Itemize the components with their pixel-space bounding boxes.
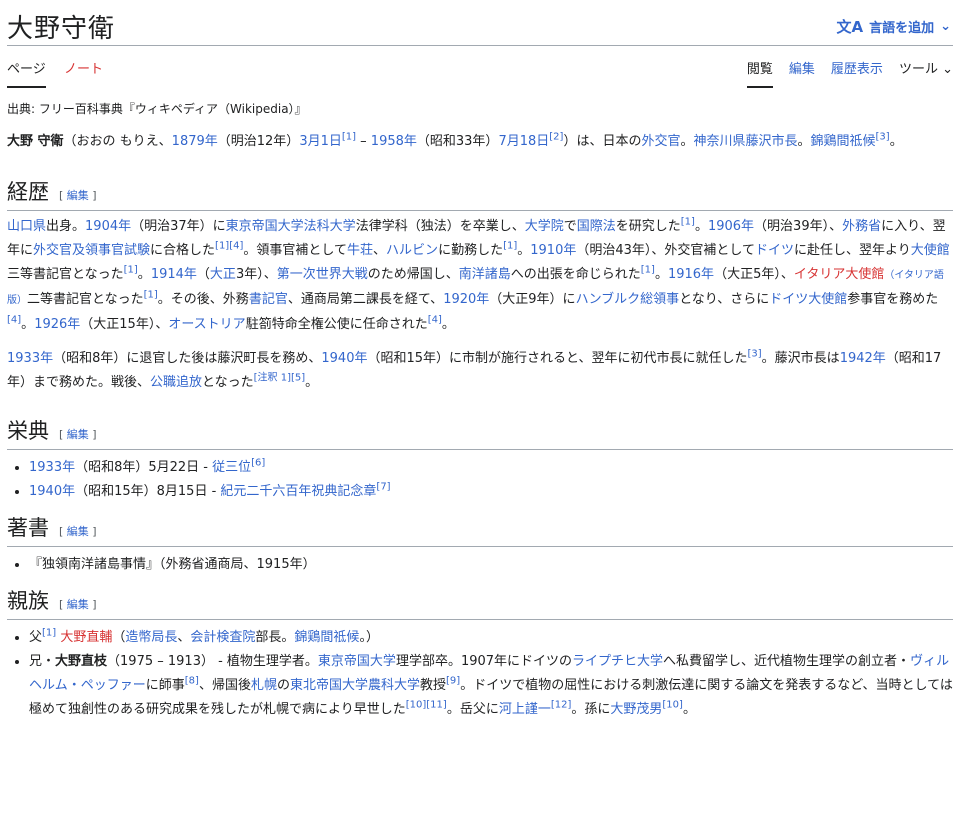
link[interactable]: ドイツ <box>755 243 794 258</box>
link[interactable]: 1904年 <box>85 219 131 234</box>
link[interactable]: 山口県 <box>7 219 46 234</box>
link[interactable]: 外務省 <box>842 219 881 234</box>
link[interactable]: 大野茂男 <box>610 702 662 717</box>
section-heading-works: 著書 [ 編集 ] <box>7 516 953 547</box>
link[interactable]: 1914年 <box>151 267 197 282</box>
link[interactable]: 錦鶏間祗候 <box>294 630 359 645</box>
family-list: 父[1] 大野直輔（造幣局長、会計検査院部長。錦鶏間祗候。） 兄・大野直枝（19… <box>7 626 953 722</box>
link[interactable]: 東北帝国大学農科大学 <box>290 678 420 693</box>
tab-read[interactable]: 閲覧 <box>746 58 773 88</box>
section-title: 経歴 <box>7 180 49 204</box>
link[interactable]: 1906年 <box>708 219 754 234</box>
list-item: 1933年（昭和8年）5月22日 - 従三位[6] <box>29 456 953 480</box>
section-title: 栄典 <box>7 419 49 443</box>
link[interactable]: 1940年 <box>29 484 75 499</box>
translate-icon: 文A <box>836 18 864 36</box>
redlink[interactable]: イタリア大使館 <box>794 267 884 282</box>
link[interactable]: 1940年 <box>321 351 367 366</box>
link[interactable]: ハンブルク総領事 <box>576 292 680 307</box>
link[interactable]: 第一次世界大戦 <box>277 267 368 282</box>
section-title: 親族 <box>7 589 49 613</box>
link[interactable]: ヴィルヘルム・ペッファー <box>29 654 949 693</box>
edit-section-link[interactable]: [ 編集 ] <box>59 423 97 447</box>
link[interactable]: 1926年 <box>34 317 80 332</box>
list-item: 父[1] 大野直輔（造幣局長、会計検査院部長。錦鶏間祗候。） <box>29 626 953 650</box>
link[interactable]: 1933年 <box>7 351 53 366</box>
link[interactable]: 1879年 <box>172 134 218 149</box>
tab-page[interactable]: ページ <box>7 58 46 88</box>
tab-history[interactable]: 履歴表示 <box>831 58 883 86</box>
link[interactable]: 神奈川県藤沢市長 <box>693 134 797 149</box>
edit-label: 編集 <box>66 189 89 202</box>
edit-label: 編集 <box>66 428 89 441</box>
link[interactable]: 南洋諸島 <box>459 267 511 282</box>
link[interactable]: 会計検査院 <box>190 630 255 645</box>
tab-note[interactable]: ノート <box>64 58 103 86</box>
title-row: 大野守衛 文A 言語を追加 ⌄ <box>7 6 957 46</box>
section-heading-family: 親族 [ 編集 ] <box>7 589 953 620</box>
edit-section-link[interactable]: [ 編集 ] <box>59 520 97 544</box>
link[interactable]: 1942年 <box>840 351 886 366</box>
link[interactable]: 造幣局長 <box>125 630 177 645</box>
add-language-button[interactable]: 文A 言語を追加 ⌄ <box>836 16 951 37</box>
list-item: 兄・大野直枝（1975 – 1913） - 植物生理学者。東京帝国大学理学部卒。… <box>29 650 953 722</box>
career-paragraph-2: 1933年（昭和8年）に退官した後は藤沢町長を務め、1940年（昭和15年）に市… <box>7 348 942 390</box>
link[interactable]: 外交官及領事官試験 <box>33 243 150 258</box>
link[interactable]: 1933年 <box>29 460 75 475</box>
edit-section-link[interactable]: [ 編集 ] <box>59 184 97 208</box>
section-heading-career: 経歴 [ 編集 ] <box>7 180 953 211</box>
redlink[interactable]: 大野直輔 <box>60 630 112 645</box>
lead-paragraph: 大野 守衛（おおの もりえ、1879年（明治12年）3月1日[1] – 1958… <box>7 131 903 149</box>
link[interactable]: 従三位 <box>212 460 251 475</box>
edit-label: 編集 <box>66 598 89 611</box>
chevron-down-icon: ⌄ <box>940 19 951 34</box>
link[interactable]: 書記官 <box>249 292 288 307</box>
link[interactable]: 紀元二千六百年祝典記念章 <box>220 484 376 499</box>
link[interactable]: 1910年 <box>530 243 576 258</box>
link[interactable]: ドイツ大使館 <box>769 292 847 307</box>
link[interactable]: 河上謹一 <box>499 702 551 717</box>
link[interactable]: 公職追放 <box>150 375 202 390</box>
link[interactable]: ハルビン <box>386 243 438 258</box>
page-title: 大野守衛 <box>7 14 116 44</box>
link[interactable]: 国際法 <box>577 219 616 234</box>
honors-list: 1933年（昭和8年）5月22日 - 従三位[6] 1940年（昭和15年）8月… <box>7 456 953 504</box>
page-tabs: ページ ノート 閲覧 編集 履歴表示 ツール ⌄ <box>7 58 953 88</box>
link[interactable]: 錦鶏間祗候 <box>811 134 876 149</box>
source-line: 出典: フリー百科事典『ウィキペディア（Wikipedia）』 <box>7 102 307 116</box>
section-title: 著書 <box>7 516 49 540</box>
chevron-down-icon: ⌄ <box>942 62 953 77</box>
list-item: 1940年（昭和15年）8月15日 - 紀元二千六百年祝典記念章[7] <box>29 480 953 504</box>
link[interactable]: 大学院 <box>525 219 564 234</box>
edit-label: 編集 <box>66 525 89 538</box>
header-divider <box>7 45 953 46</box>
link[interactable]: 大使館 <box>911 243 950 258</box>
tools-label: ツール <box>898 62 938 77</box>
link[interactable]: 7月18日 <box>498 134 549 149</box>
view-tabs: 閲覧 編集 履歴表示 ツール ⌄ <box>746 58 953 88</box>
link[interactable]: オーストリア <box>168 317 245 332</box>
link[interactable]: 外交官 <box>641 134 680 149</box>
works-list: 『独領南洋諸島事情』（外務省通商局、1915年） <box>7 553 953 577</box>
add-language-label: 言語を追加 <box>869 21 935 36</box>
link[interactable]: 札幌 <box>251 678 277 693</box>
link[interactable]: 大正 <box>210 267 236 282</box>
link[interactable]: 1920年 <box>443 292 489 307</box>
edit-section-link[interactable]: [ 編集 ] <box>59 593 97 617</box>
link[interactable]: 3月1日 <box>299 134 342 149</box>
link[interactable]: 1916年 <box>668 267 714 282</box>
section-heading-honors: 栄典 [ 編集 ] <box>7 419 953 450</box>
wiki-page: 大野守衛 文A 言語を追加 ⌄ ページ ノート 閲覧 編集 履歴表示 ツール ⌄… <box>0 0 957 837</box>
tools-menu[interactable]: ツール ⌄ <box>899 58 953 86</box>
link[interactable]: 牛荘 <box>347 243 373 258</box>
link[interactable]: ライプチヒ大学 <box>572 654 663 669</box>
tab-edit[interactable]: 編集 <box>789 58 815 86</box>
article-content: 大野 守衛（おおの もりえ、1879年（明治12年）3月1日[1] – 1958… <box>7 130 953 722</box>
list-item: 『独領南洋諸島事情』（外務省通商局、1915年） <box>29 553 953 577</box>
career-paragraph-1: 山口県出身。1904年（明治37年）に東京帝国大学法科大学法律学科（独法）を卒業… <box>7 216 950 332</box>
link[interactable]: 東京帝国大学法科大学 <box>226 219 356 234</box>
link[interactable]: 1958年 <box>371 134 417 149</box>
link[interactable]: 東京帝国大学 <box>318 654 396 669</box>
